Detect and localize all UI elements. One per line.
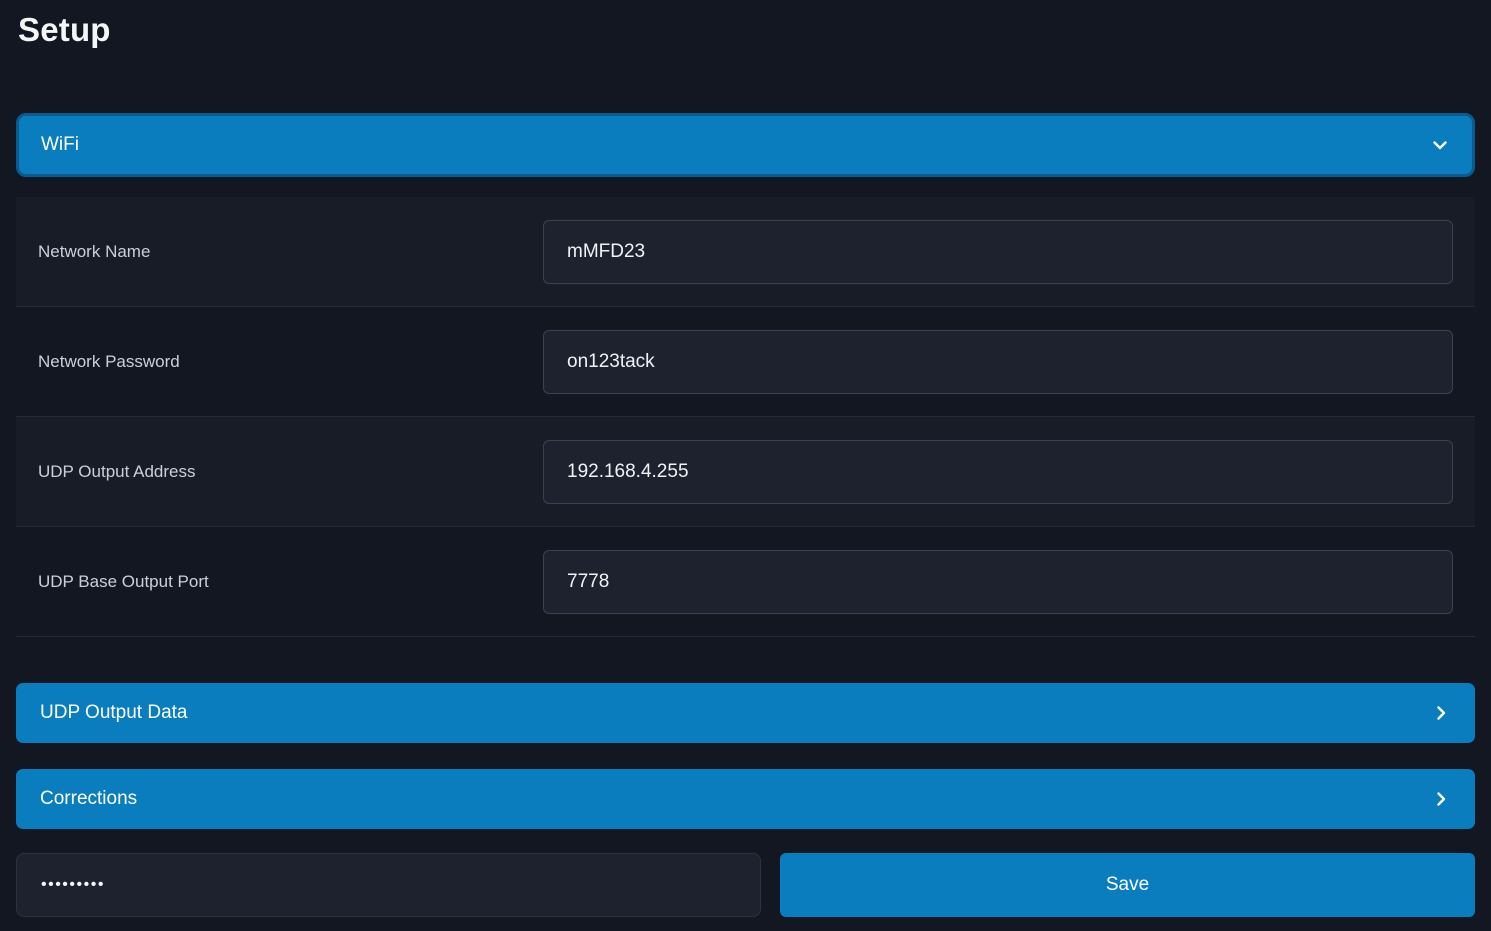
accordion-corrections[interactable]: Corrections (16, 769, 1475, 829)
chevron-right-icon (1431, 789, 1451, 809)
udp-base-output-port-input[interactable] (543, 550, 1453, 614)
form-row-network-name: Network Name (16, 197, 1475, 307)
udp-output-address-label: UDP Output Address (38, 462, 543, 482)
accordion-wifi[interactable]: WiFi (16, 113, 1475, 177)
udp-base-output-port-label: UDP Base Output Port (38, 572, 543, 592)
accordion-corrections-label: Corrections (40, 788, 137, 810)
udp-output-address-input[interactable] (543, 440, 1453, 504)
form-row-udp-base-output-port: UDP Base Output Port (16, 527, 1475, 637)
chevron-down-icon (1430, 135, 1450, 155)
page-title: Setup (18, 10, 1475, 50)
network-name-label: Network Name (38, 242, 543, 262)
settings-password-input[interactable] (16, 853, 761, 917)
wifi-settings-form: Network Name Network Password UDP Output… (16, 197, 1475, 637)
footer-actions: Save (16, 853, 1475, 917)
accordion-udp-output-data-label: UDP Output Data (40, 702, 188, 724)
form-row-network-password: Network Password (16, 307, 1475, 417)
setup-page: Setup WiFi Network Name Network Password… (0, 0, 1491, 931)
network-password-label: Network Password (38, 352, 543, 372)
network-password-input[interactable] (543, 330, 1453, 394)
chevron-right-icon (1431, 703, 1451, 723)
save-button[interactable]: Save (780, 853, 1475, 917)
network-name-input[interactable] (543, 220, 1453, 284)
accordion-wifi-label: WiFi (41, 134, 79, 156)
accordion-udp-output-data[interactable]: UDP Output Data (16, 683, 1475, 743)
form-row-udp-output-address: UDP Output Address (16, 417, 1475, 527)
